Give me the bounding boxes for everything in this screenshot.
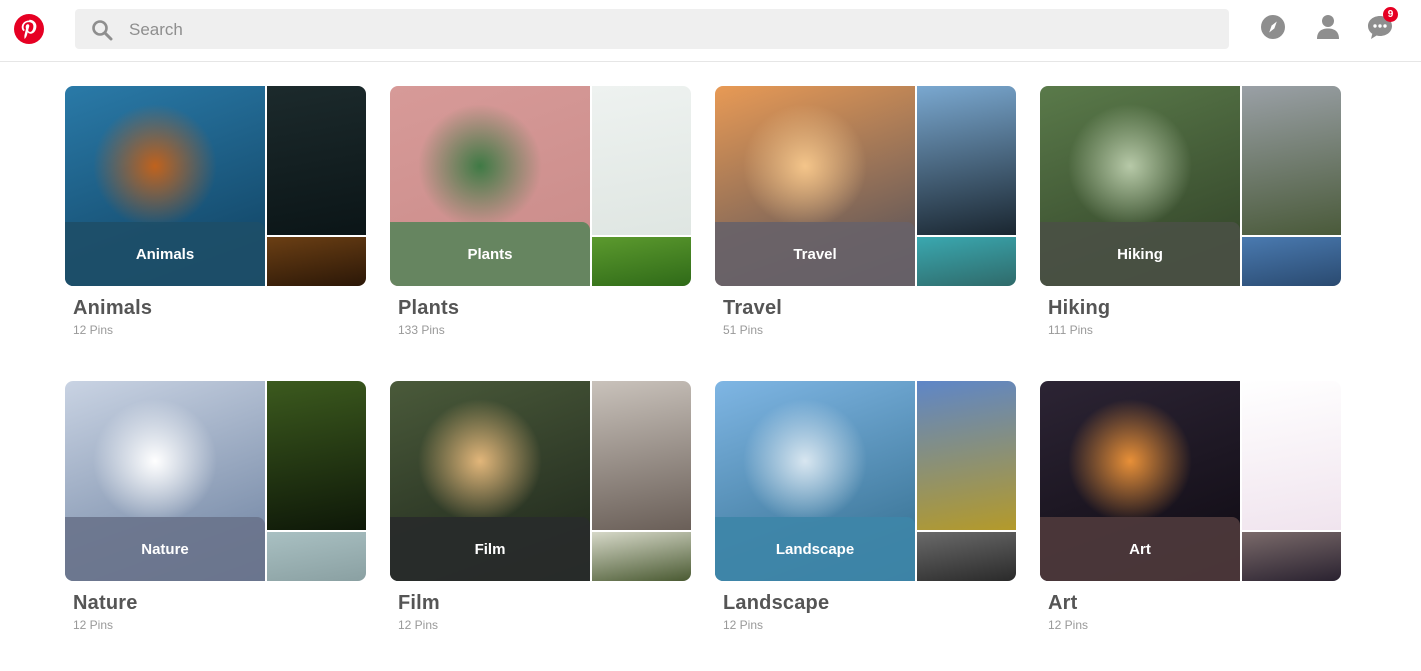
board-title[interactable]: Hiking — [1048, 297, 1110, 320]
board-card[interactable]: Art Art 12 Pins — [1040, 381, 1341, 632]
board-pin-count: 12 Pins — [73, 323, 114, 337]
board-cover-image — [267, 86, 366, 235]
board-pin-count: 12 Pins — [1048, 618, 1089, 632]
board-cover-image — [592, 381, 691, 530]
board-cover[interactable]: Nature — [65, 381, 366, 581]
board-overlay-label: Nature — [65, 517, 265, 581]
board-cover-image — [1242, 381, 1341, 530]
board-cover-image — [592, 86, 691, 235]
search-icon — [92, 20, 113, 41]
board-overlay-label: Plants — [390, 222, 590, 286]
board-cover-image — [592, 532, 691, 581]
board-cover-image — [917, 86, 1016, 235]
board-card[interactable]: Hiking Hiking 111 Pins — [1040, 86, 1341, 337]
board-cover-image — [267, 532, 366, 581]
board-cover[interactable]: Plants — [390, 86, 691, 286]
board-card[interactable]: Nature Nature 12 Pins — [65, 381, 366, 632]
board-overlay-label: Hiking — [1040, 222, 1240, 286]
pinterest-logo-icon[interactable] — [14, 14, 44, 44]
board-overlay-label: Film — [390, 517, 590, 581]
board-pin-count: 12 Pins — [398, 618, 439, 632]
board-card[interactable]: Landscape Landscape 12 Pins — [715, 381, 1016, 632]
board-pin-count: 51 Pins — [723, 323, 764, 337]
board-cover[interactable]: Landscape — [715, 381, 1016, 581]
user-icon[interactable] — [1314, 13, 1342, 41]
board-cover[interactable]: Travel — [715, 86, 1016, 286]
board-cover-image — [917, 237, 1016, 286]
board-card[interactable]: Travel Travel 51 Pins — [715, 86, 1016, 337]
search-input[interactable] — [127, 9, 1211, 51]
board-card[interactable]: Film Film 12 Pins — [390, 381, 691, 632]
top-bar: 9 — [0, 0, 1421, 62]
board-overlay-label: Animals — [65, 222, 265, 286]
board-cover-image — [267, 381, 366, 530]
board-cover-image — [1242, 532, 1341, 581]
board-pin-count: 133 Pins — [398, 323, 445, 337]
board-title[interactable]: Nature — [73, 592, 138, 615]
board-cover-image — [1242, 86, 1341, 235]
board-title[interactable]: Plants — [398, 297, 459, 320]
board-pin-count: 111 Pins — [1048, 323, 1093, 337]
board-cover-image — [1242, 237, 1341, 286]
board-cover[interactable]: Art — [1040, 381, 1341, 581]
board-cover-image — [917, 532, 1016, 581]
board-cover-image — [267, 237, 366, 286]
board-cover[interactable]: Hiking — [1040, 86, 1341, 286]
board-title[interactable]: Travel — [723, 297, 782, 320]
board-title[interactable]: Film — [398, 592, 440, 615]
search-bar[interactable] — [75, 9, 1229, 51]
board-overlay-label: Travel — [715, 222, 915, 286]
board-card[interactable]: Plants Plants 133 Pins — [390, 86, 691, 337]
board-cover[interactable]: Film — [390, 381, 691, 581]
notification-badge: 9 — [1383, 7, 1398, 22]
board-title[interactable]: Art — [1048, 592, 1078, 615]
board-pin-count: 12 Pins — [723, 618, 764, 632]
board-overlay-label: Landscape — [715, 517, 915, 581]
compass-icon[interactable] — [1259, 13, 1287, 41]
board-cover-image — [592, 237, 691, 286]
board-cover-image — [917, 381, 1016, 530]
board-cover[interactable]: Animals — [65, 86, 366, 286]
board-card[interactable]: Animals Animals 12 Pins — [65, 86, 366, 337]
board-title[interactable]: Landscape — [723, 592, 829, 615]
board-pin-count: 12 Pins — [73, 618, 114, 632]
board-title[interactable]: Animals — [73, 297, 152, 320]
board-overlay-label: Art — [1040, 517, 1240, 581]
